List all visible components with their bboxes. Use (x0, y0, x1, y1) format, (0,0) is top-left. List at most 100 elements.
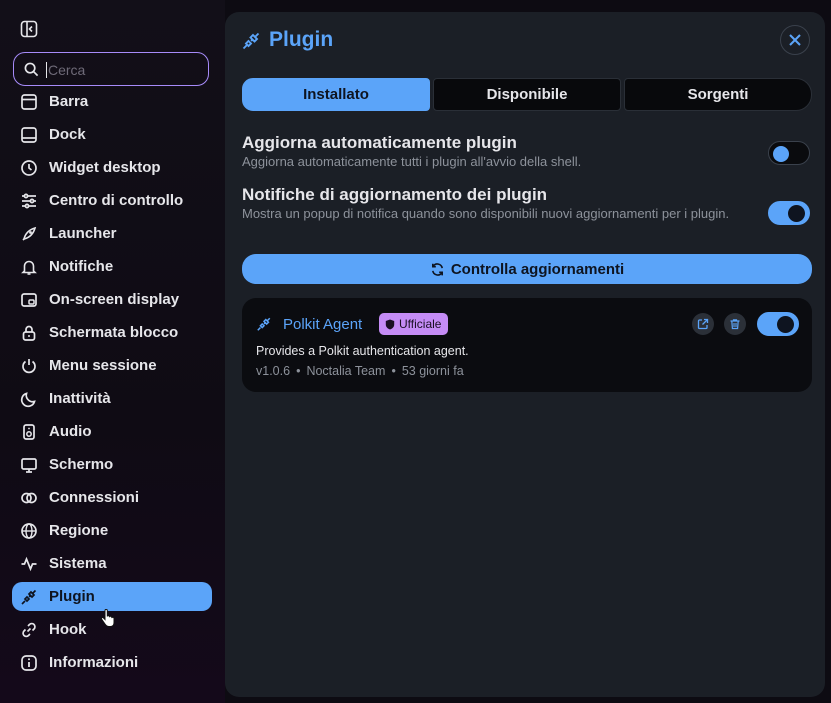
external-link-icon (697, 318, 709, 330)
search-icon (24, 62, 39, 77)
activity-icon (21, 556, 37, 571)
setting-title: Notifiche di aggiornamento dei plugin (242, 185, 548, 204)
separator-dot: • (391, 364, 396, 378)
auto-update-toggle[interactable] (768, 141, 810, 165)
sidebar-item-label: Inattività (49, 390, 111, 407)
setting-update-notifications: Notifiche di aggiornamento dei plugin Mo… (242, 185, 742, 222)
sidebar-item-launcher[interactable]: Launcher (12, 219, 212, 248)
sidebar-item-inattivita[interactable]: Inattività (12, 384, 212, 413)
plug-icon (21, 589, 37, 605)
plugin-name: Polkit Agent (283, 316, 363, 333)
plug-icon (242, 32, 260, 50)
link-icon (22, 622, 36, 637)
plugin-card: Polkit Agent Ufficiale Provides a Polkit… (242, 298, 812, 392)
sidebar-item-label: Connessioni (49, 489, 140, 506)
sidebar-item-informazioni[interactable]: Informazioni (12, 648, 212, 677)
sidebar-item-label: Schermata blocco (49, 324, 179, 341)
official-badge: Ufficiale (379, 313, 449, 335)
link-circles-icon (21, 492, 37, 503)
trash-icon (730, 319, 740, 330)
plugin-panel: Plugin Installato Disponibile Sorgenti A… (225, 12, 825, 697)
sidebar-item-label: Sistema (49, 555, 107, 572)
display-overlay-icon (21, 292, 37, 307)
toggle-knob (777, 316, 794, 333)
speaker-icon (23, 423, 35, 440)
delete-button[interactable] (724, 313, 746, 335)
toggle-knob (788, 205, 805, 222)
sidebar-item-label: Dock (49, 126, 86, 143)
tab-installato[interactable]: Installato (242, 78, 430, 111)
moon-icon (20, 391, 36, 407)
sidebar-item-sistema[interactable]: Sistema (12, 549, 212, 578)
info-icon (21, 654, 37, 671)
bell-icon (21, 260, 37, 275)
search-box[interactable] (13, 52, 209, 86)
rocket-icon (22, 226, 37, 241)
sidebar-item-notifiche[interactable]: Notifiche (12, 252, 212, 281)
sidebar-item-barra[interactable]: Barra (12, 87, 212, 116)
badge-label: Ufficiale (399, 317, 442, 331)
sidebar-item-label: Barra (49, 93, 89, 110)
page-title: Plugin (269, 28, 334, 51)
sidebar-item-dock[interactable]: Dock (12, 120, 212, 149)
sidebar-nav: Barra Dock Widget desktop Centro di cont… (12, 87, 212, 681)
sidebar-item-regione[interactable]: Regione (12, 516, 212, 545)
sidebar-item-label: Hook (49, 621, 87, 638)
check-updates-button[interactable]: Controlla aggiornamenti (242, 254, 812, 284)
plugin-updated: 53 giorni fa (401, 364, 464, 378)
plugin-meta: v1.0.6 • Noctalia Team • 53 giorni fa (256, 364, 464, 378)
close-button[interactable] (780, 25, 810, 55)
sidebar-item-label: Informazioni (49, 654, 139, 671)
monitor-icon (21, 457, 37, 473)
sidebar-item-label: Audio (49, 423, 92, 440)
sidebar-item-schermata-blocco[interactable]: Schermata blocco (12, 318, 212, 347)
sidebar-item-plugin[interactable]: Plugin (12, 582, 212, 611)
dock-icon (21, 126, 37, 143)
sidebar-item-label: Schermo (49, 456, 114, 473)
tab-sorgenti[interactable]: Sorgenti (624, 78, 812, 111)
tab-bar: Installato Disponibile Sorgenti (242, 78, 812, 111)
sidebar-item-osd[interactable]: On-screen display (12, 285, 212, 314)
sidebar-item-menu-sessione[interactable]: Menu sessione (12, 351, 212, 380)
text-caret (46, 62, 47, 78)
plugin-author: Noctalia Team (306, 364, 386, 378)
refresh-icon (431, 262, 443, 276)
sidebar-item-label: Centro di controllo (49, 192, 184, 209)
hand-pointer-cursor-icon (100, 609, 115, 627)
plug-icon (257, 317, 271, 331)
sidebar-item-label: Widget desktop (49, 159, 161, 176)
separator-dot: • (296, 364, 301, 378)
shield-icon (385, 319, 395, 329)
close-icon (789, 34, 801, 46)
setting-description: Aggiorna automaticamente tutti i plugin … (242, 154, 582, 169)
setting-auto-update: Aggiorna automaticamente plugin Aggiorna… (242, 133, 742, 170)
globe-icon (21, 522, 37, 539)
open-external-button[interactable] (692, 313, 714, 335)
sliders-icon (22, 193, 36, 208)
sidebar-item-label: Menu sessione (49, 357, 157, 374)
sidebar-item-schermo[interactable]: Schermo (12, 450, 212, 479)
sidebar-item-label: Plugin (49, 588, 95, 605)
sidebar-item-label: Notifiche (49, 258, 114, 275)
sidebar-item-label: On-screen display (49, 291, 180, 308)
sidebar-collapse-icon[interactable] (20, 20, 38, 38)
clock-icon (21, 159, 37, 176)
sidebar-item-label: Regione (49, 522, 109, 539)
plugin-enable-toggle[interactable] (757, 312, 799, 336)
power-icon (22, 358, 36, 373)
setting-title: Aggiorna automaticamente plugin (242, 133, 517, 152)
sidebar-item-audio[interactable]: Audio (12, 417, 212, 446)
sidebar-item-centro-controllo[interactable]: Centro di controllo (12, 186, 212, 215)
check-updates-label: Controlla aggiornamenti (450, 260, 625, 278)
toggle-knob (773, 146, 789, 162)
update-notifications-toggle[interactable] (768, 201, 810, 225)
sidebar-item-connessioni[interactable]: Connessioni (12, 483, 212, 512)
sidebar-item-widget-desktop[interactable]: Widget desktop (12, 153, 212, 182)
setting-description: Mostra un popup di notifica quando sono … (242, 206, 730, 221)
search-input[interactable] (46, 59, 200, 81)
sidebar-item-label: Launcher (49, 225, 117, 242)
tab-disponibile[interactable]: Disponibile (433, 78, 621, 111)
lock-icon (22, 325, 36, 341)
plugin-version: v1.0.6 (256, 364, 291, 378)
plugin-description: Provides a Polkit authentication agent. (256, 344, 469, 358)
